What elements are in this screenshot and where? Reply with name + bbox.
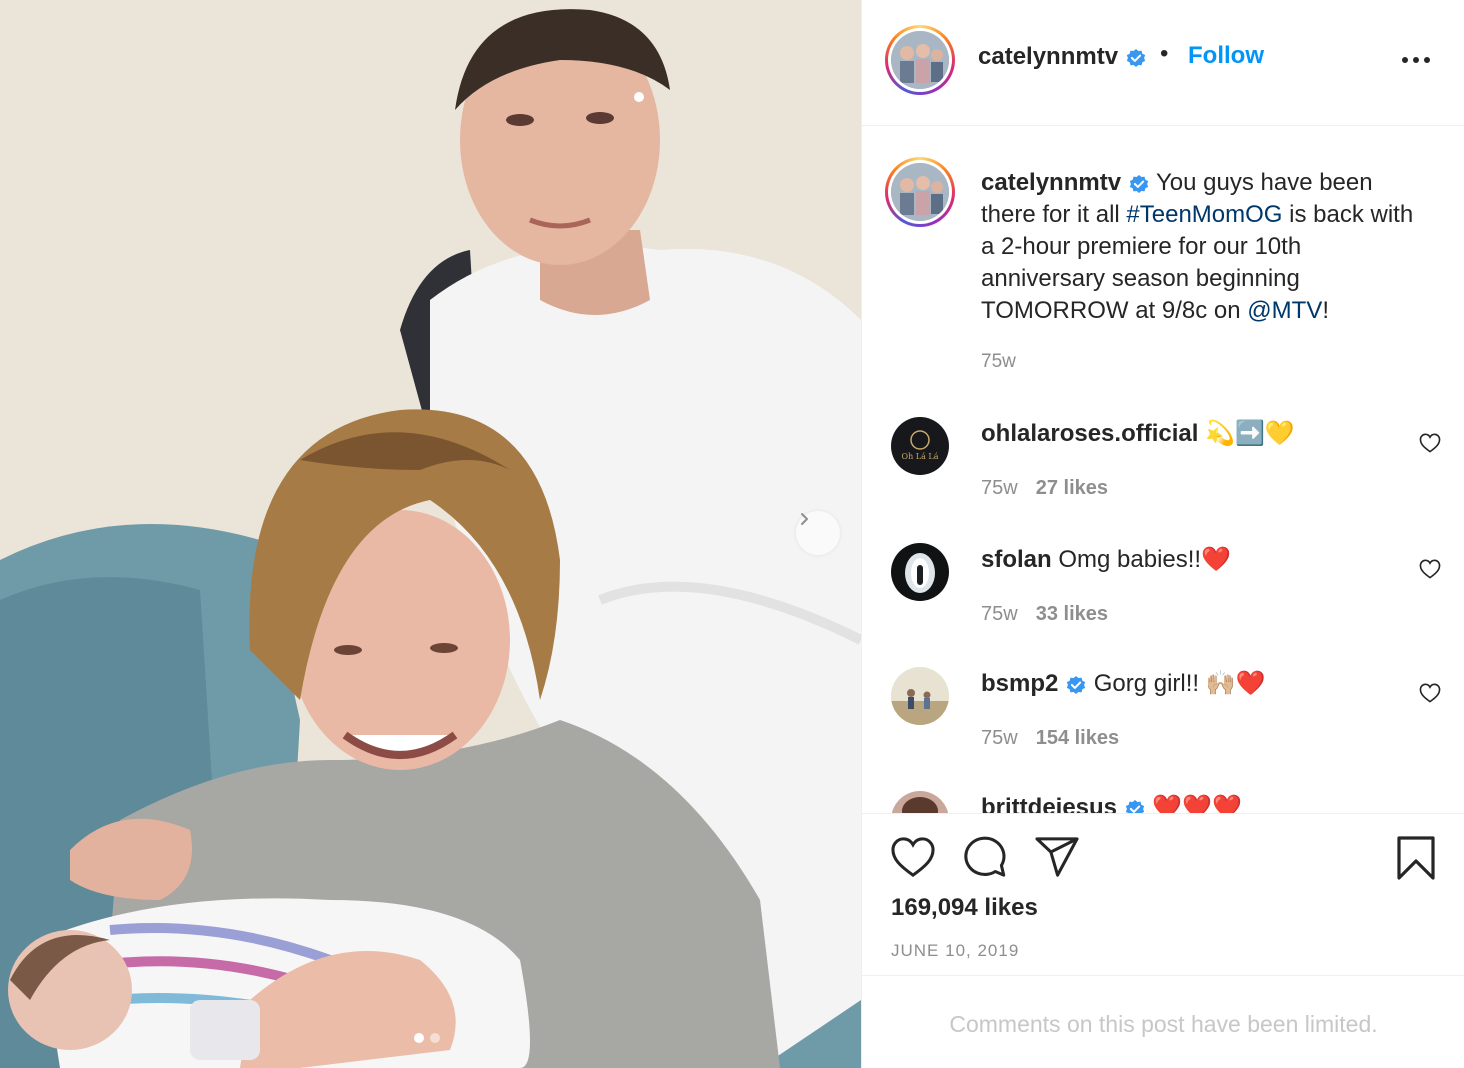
comment-icon[interactable] bbox=[962, 836, 1008, 878]
comment-line: sfolan Omg babies!!❤️ bbox=[981, 545, 1231, 574]
caption-hashtag-link[interactable]: #TeenMomOG bbox=[1126, 201, 1282, 228]
caption-timestamp[interactable]: 75w bbox=[981, 351, 1016, 373]
avatar-image bbox=[891, 31, 949, 89]
heart-icon[interactable] bbox=[1419, 559, 1441, 579]
comment-meta: 75w 33 likes bbox=[981, 603, 1108, 626]
author-username[interactable]: catelynnmtv bbox=[978, 43, 1147, 71]
comment-time[interactable]: 75w bbox=[981, 727, 1018, 749]
comment-text: Omg babies!!❤️ bbox=[1058, 546, 1231, 573]
svg-text:Oh Lá Lá: Oh Lá Lá bbox=[902, 452, 939, 461]
comment-time[interactable]: 75w bbox=[981, 603, 1018, 625]
comment-line: brittdejesus ❤️❤️❤️ bbox=[981, 793, 1242, 813]
chevron-right-icon bbox=[801, 513, 808, 525]
post-actions: 169,094 likes JUNE 10, 2019 bbox=[862, 813, 1464, 975]
verified-badge-icon bbox=[1125, 799, 1144, 813]
comment-avatar[interactable] bbox=[891, 667, 949, 725]
post-side-panel: catelynnmtv • Follow catelynnmtv You guy… bbox=[861, 0, 1464, 1068]
author-username-text[interactable]: catelynnmtv bbox=[978, 43, 1118, 70]
carousel-dot-1 bbox=[414, 1033, 424, 1043]
comment-line: ohlalaroses.official 💫➡️💛 bbox=[981, 419, 1295, 448]
comment-likes[interactable]: 27 likes bbox=[1036, 477, 1108, 499]
caption-avatar-image bbox=[891, 163, 949, 221]
comment-avatar-image bbox=[891, 791, 949, 813]
caption-mention-link[interactable]: @MTV bbox=[1247, 297, 1322, 324]
heart-icon[interactable] bbox=[1419, 683, 1441, 703]
comment-text: 💫➡️💛 bbox=[1205, 420, 1295, 447]
like-heart-icon[interactable] bbox=[890, 836, 936, 878]
comment-item: Oh Lá Lá ohlalaroses.official 💫➡️💛 75w 27… bbox=[862, 417, 1464, 527]
next-photo-button[interactable] bbox=[796, 511, 840, 555]
comment-item: sfolan Omg babies!!❤️ 75w 33 likes bbox=[862, 543, 1464, 653]
heart-icon[interactable] bbox=[1419, 433, 1441, 453]
header-separator: • bbox=[1160, 40, 1169, 67]
post-photo[interactable] bbox=[0, 0, 861, 1068]
comment-username[interactable]: sfolan bbox=[981, 546, 1052, 573]
verified-badge-icon bbox=[1126, 48, 1145, 67]
comment-username[interactable]: brittdejesus bbox=[981, 794, 1117, 813]
comments-list[interactable]: catelynnmtv You guys have been there for… bbox=[862, 127, 1464, 813]
bookmark-icon[interactable] bbox=[1396, 836, 1436, 880]
comment-meta: 75w 27 likes bbox=[981, 477, 1108, 500]
post-header: catelynnmtv • Follow bbox=[862, 0, 1464, 126]
follow-button[interactable]: Follow bbox=[1188, 42, 1264, 70]
comment-text: Gorg girl!! 🙌🏼❤️ bbox=[1093, 670, 1266, 697]
comment-time[interactable]: 75w bbox=[981, 477, 1018, 499]
comment-avatar[interactable] bbox=[891, 791, 949, 813]
verified-badge-icon bbox=[1129, 174, 1148, 193]
more-options-icon[interactable] bbox=[1396, 52, 1436, 68]
comment-avatar[interactable] bbox=[891, 543, 949, 601]
comment-username[interactable]: bsmp2 bbox=[981, 670, 1058, 697]
caption-avatar[interactable] bbox=[885, 157, 955, 227]
carousel-indicator bbox=[414, 1033, 440, 1043]
comment-username[interactable]: ohlalaroses.official bbox=[981, 420, 1198, 447]
caption-text-3: ! bbox=[1322, 297, 1329, 324]
comments-limited-notice: Comments on this post have been limited. bbox=[949, 1011, 1378, 1037]
comment-item: brittdejesus ❤️❤️❤️ bbox=[862, 791, 1464, 813]
comment-likes[interactable]: 154 likes bbox=[1036, 727, 1119, 749]
verified-badge-icon bbox=[1066, 675, 1086, 694]
share-icon[interactable] bbox=[1034, 836, 1080, 878]
comment-avatar[interactable]: Oh Lá Lá bbox=[891, 417, 949, 475]
post-caption: catelynnmtv You guys have been there for… bbox=[981, 167, 1421, 327]
comment-avatar-image bbox=[891, 543, 949, 601]
comment-avatar-image: Oh Lá Lá bbox=[891, 417, 949, 475]
total-likes[interactable]: 169,094 likes bbox=[891, 894, 1038, 922]
comment-meta: 75w 154 likes bbox=[981, 727, 1119, 750]
comment-text: ❤️❤️❤️ bbox=[1152, 794, 1243, 813]
comment-avatar-image bbox=[891, 667, 949, 725]
author-avatar[interactable] bbox=[885, 25, 955, 95]
comment-box-area: Comments on this post have been limited. bbox=[862, 975, 1464, 1068]
comment-likes[interactable]: 33 likes bbox=[1036, 603, 1108, 625]
caption-username[interactable]: catelynnmtv bbox=[981, 169, 1121, 196]
comment-item: bsmp2 Gorg girl!! 🙌🏼❤️ 75w 154 likes bbox=[862, 667, 1464, 777]
comment-line: bsmp2 Gorg girl!! 🙌🏼❤️ bbox=[981, 669, 1266, 698]
carousel-dot-2 bbox=[430, 1033, 440, 1043]
post-date[interactable]: JUNE 10, 2019 bbox=[891, 941, 1019, 961]
photo-illustration bbox=[0, 0, 861, 1068]
